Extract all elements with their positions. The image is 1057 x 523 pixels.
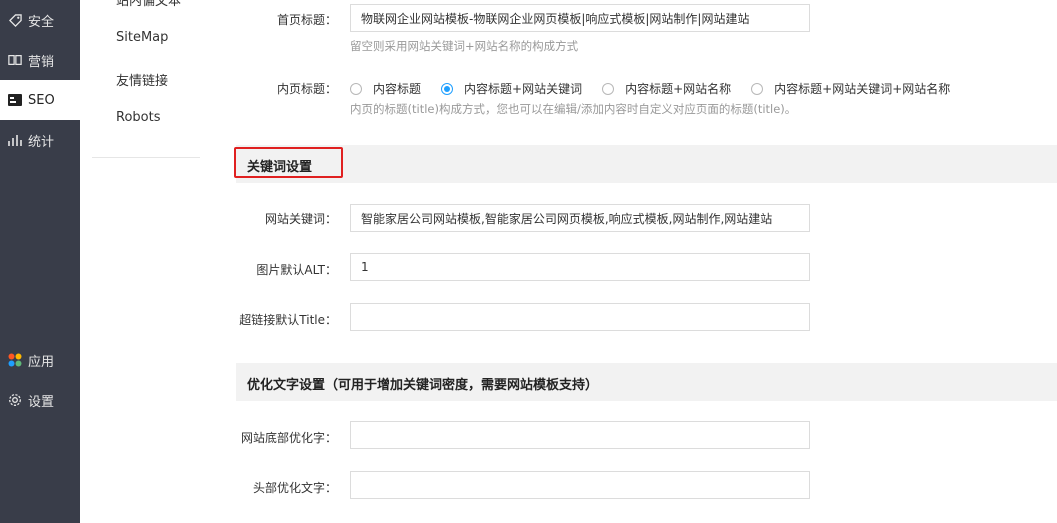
submenu-item-robots[interactable]: Robots	[116, 110, 160, 125]
main-nav: 安全 营销 SEO 统计 应用 设置	[0, 0, 80, 523]
radio-label: 内容标题+网站关键词	[464, 82, 583, 96]
submenu-divider	[92, 157, 200, 158]
inner-title-radio-group: 内容标题 内容标题+网站关键词 内容标题+网站名称 内容标题+网站关键词+网站名…	[350, 80, 970, 97]
seo-submenu: 站内偏文本 SiteMap 友情链接 Robots	[80, 0, 213, 523]
nav-item-security[interactable]: 安全	[0, 0, 80, 40]
inner-title-hint: 内页的标题(title)构成方式，您也可以在编辑/添加内容时自定义对应页面的标题…	[350, 102, 797, 116]
submenu-item-sitemap[interactable]: SiteMap	[116, 30, 168, 45]
home-title-label: 首页标题：	[276, 13, 337, 27]
submenu-item-friend-links[interactable]: 友情链接	[116, 70, 168, 89]
gear-icon	[8, 393, 22, 407]
inner-title-label: 内页标题：	[276, 82, 337, 96]
inner-title-option-content-keywords[interactable]: 内容标题+网站关键词	[441, 80, 582, 97]
radio-circle[interactable]	[350, 82, 362, 95]
optimize-section-header: 优化文字设置（可用于增加关键词密度，需要网站模板支持）	[236, 363, 1057, 401]
header-text-input[interactable]	[350, 471, 810, 499]
nav-item-settings[interactable]: 设置	[0, 380, 80, 420]
home-title-input[interactable]	[350, 4, 810, 32]
nav-item-label: 统计	[28, 134, 55, 150]
book-icon	[8, 53, 22, 67]
nav-item-label: 设置	[28, 394, 55, 410]
img-alt-label: 图片默认ALT：	[256, 263, 337, 277]
inner-title-option-content-keywords-sitename[interactable]: 内容标题+网站关键词+网站名称	[751, 80, 950, 97]
home-title-hint: 留空则采用网站关键词+网站名称的构成方式	[350, 39, 579, 53]
nav-item-label: 营销	[28, 54, 55, 70]
footer-text-input[interactable]	[350, 421, 810, 449]
optimize-section-title: 优化文字设置（可用于增加关键词密度，需要网站模板支持）	[247, 378, 599, 393]
apps-icon	[8, 353, 22, 367]
keywords-section-header: 关键词设置	[236, 145, 1057, 183]
seo-settings-form: 首页标题： 留空则采用网站关键词+网站名称的构成方式 内页标题： 内容标题 内容…	[212, 0, 1057, 523]
inner-title-option-content[interactable]: 内容标题	[350, 80, 421, 97]
radio-label: 内容标题+网站关键词+网站名称	[774, 82, 951, 96]
radio-circle[interactable]	[602, 82, 615, 95]
header-text-label: 头部优化文字：	[252, 481, 337, 495]
nav-item-label: 安全	[28, 14, 55, 30]
radio-label: 内容标题+网站名称	[625, 82, 732, 96]
nav-item-seo[interactable]: SEO	[0, 80, 80, 120]
nav-item-stats[interactable]: 统计	[0, 120, 80, 160]
submenu-item-inner-text[interactable]: 站内偏文本	[116, 0, 181, 9]
bar-chart-icon	[8, 133, 22, 147]
link-title-input[interactable]	[350, 303, 810, 331]
radio-circle-checked[interactable]	[441, 82, 454, 95]
nav-item-label: 应用	[28, 354, 55, 370]
site-keywords-label: 网站关键词：	[264, 212, 337, 226]
nav-item-marketing[interactable]: 营销	[0, 40, 80, 80]
img-alt-input[interactable]	[350, 253, 810, 281]
nav-item-apps[interactable]: 应用	[0, 340, 80, 380]
footer-text-label: 网站底部优化字：	[240, 431, 337, 445]
seo-card-icon	[8, 93, 22, 107]
radio-circle[interactable]	[751, 82, 764, 95]
highlight-box	[234, 147, 343, 178]
link-title-label: 超链接默认Title：	[239, 313, 337, 327]
tag-icon	[8, 13, 22, 27]
nav-item-label: SEO	[28, 92, 55, 108]
site-keywords-input[interactable]	[350, 204, 810, 232]
radio-label: 内容标题	[373, 82, 422, 96]
inner-title-option-content-sitename[interactable]: 内容标题+网站名称	[602, 80, 731, 97]
